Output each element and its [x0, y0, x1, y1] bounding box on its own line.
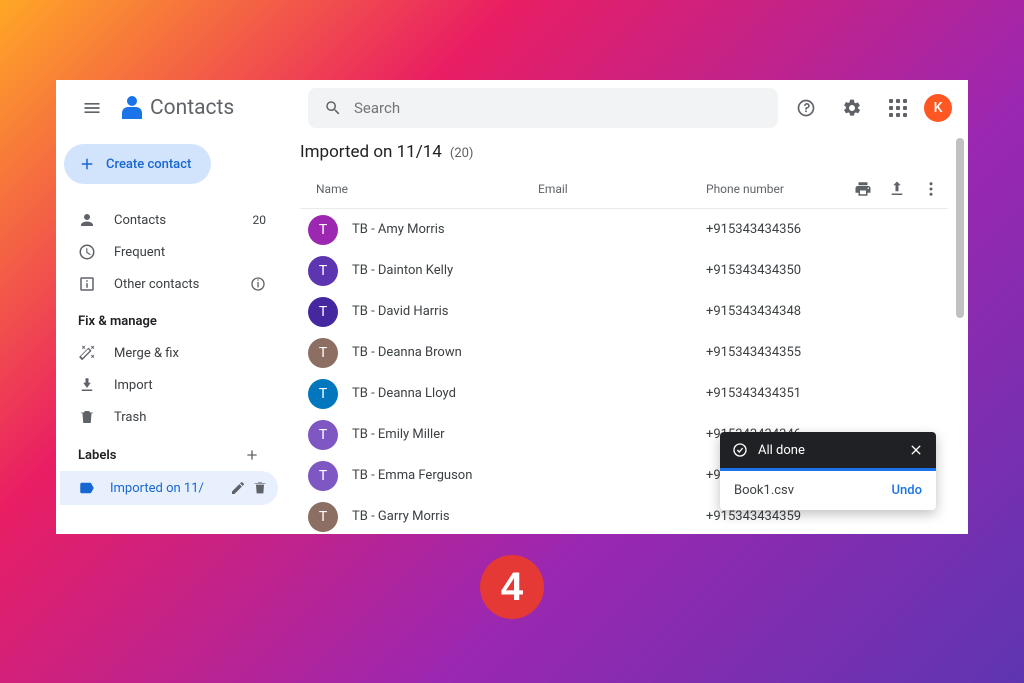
search-bar[interactable]	[308, 88, 778, 128]
info-icon[interactable]	[250, 276, 266, 292]
export-button[interactable]	[888, 180, 906, 198]
contact-row[interactable]: T TB - Deanna Brown +915343434355	[300, 332, 948, 373]
col-name[interactable]: Name	[308, 182, 538, 196]
col-email[interactable]: Email	[538, 182, 706, 196]
toast-header: All done	[720, 432, 936, 468]
toast-body: Book1.csv Undo	[720, 471, 936, 510]
box-icon	[78, 275, 96, 293]
sidebar-item-label: Frequent	[114, 245, 165, 260]
apps-icon	[889, 99, 907, 117]
sidebar-item-label: Other contacts	[114, 277, 199, 292]
label-imported[interactable]: Imported on 11/	[60, 471, 278, 505]
contacts-logo-icon	[120, 96, 144, 120]
contact-name: TB - Deanna Lloyd	[352, 386, 538, 401]
section-labels: Labels	[60, 433, 278, 471]
account-avatar[interactable]: K	[924, 94, 952, 122]
add-label-button[interactable]	[244, 447, 260, 463]
contact-name: TB - Garry Morris	[352, 509, 538, 524]
sidebar-item-contacts[interactable]: Contacts 20	[60, 204, 278, 236]
contact-avatar: T	[308, 297, 338, 327]
create-contact-label: Create contact	[106, 157, 191, 172]
contact-avatar: T	[308, 256, 338, 286]
section-fix-manage: Fix & manage	[60, 300, 278, 337]
sidebar-item-other[interactable]: Other contacts	[60, 268, 278, 300]
toast-notification: All done Book1.csv Undo	[720, 432, 936, 510]
contact-phone: +915343434351	[706, 386, 940, 401]
app-window: Contacts K Create contact Contacts 20	[56, 80, 968, 534]
label-text: Imported on 11/	[110, 481, 204, 496]
page-title: Imported on 11/14 (20)	[300, 142, 948, 162]
column-header: Name Email Phone number	[300, 174, 948, 209]
contact-row[interactable]: T TB - Deanna Lloyd +915343434351	[300, 373, 948, 414]
more-button[interactable]	[922, 180, 940, 198]
sidebar-item-label: Import	[114, 378, 153, 393]
undo-button[interactable]: Undo	[892, 483, 922, 498]
contact-name: TB - Emily Miller	[352, 427, 538, 442]
contact-name: TB - Dainton Kelly	[352, 263, 538, 278]
sidebar: Create contact Contacts 20 Frequent Othe…	[56, 136, 286, 534]
sidebar-item-label: Contacts	[114, 213, 166, 228]
contact-name: TB - David Harris	[352, 304, 538, 319]
wand-icon	[78, 344, 96, 362]
print-button[interactable]	[854, 180, 872, 198]
help-button[interactable]	[786, 88, 826, 128]
contact-row[interactable]: T TB - Dainton Kelly +915343434350	[300, 250, 948, 291]
app-title: Contacts	[150, 96, 234, 120]
contact-avatar: T	[308, 215, 338, 245]
sidebar-item-label: Merge & fix	[114, 346, 179, 361]
logo-area: Contacts	[120, 96, 300, 120]
contact-phone: +915343434348	[706, 304, 940, 319]
contact-count: (20)	[450, 146, 474, 161]
contact-phone: +915343434356	[706, 222, 940, 237]
contacts-count: 20	[253, 213, 267, 227]
plus-icon	[78, 155, 96, 173]
apps-button[interactable]	[878, 88, 918, 128]
create-contact-button[interactable]: Create contact	[64, 144, 211, 184]
sidebar-item-merge[interactable]: Merge & fix	[60, 337, 278, 369]
person-icon	[78, 211, 96, 229]
sidebar-item-label: Trash	[114, 410, 146, 425]
sidebar-item-trash[interactable]: Trash	[60, 401, 278, 433]
settings-button[interactable]	[832, 88, 872, 128]
toast-title: All done	[758, 443, 805, 458]
trash-icon	[78, 408, 96, 426]
edit-label-button[interactable]	[230, 480, 246, 496]
sidebar-item-import[interactable]: Import	[60, 369, 278, 401]
search-input[interactable]	[354, 99, 762, 117]
toast-file: Book1.csv	[734, 483, 794, 498]
contact-phone: +915343434359	[706, 509, 940, 524]
check-circle-icon	[732, 442, 748, 458]
contact-avatar: T	[308, 461, 338, 491]
step-number: 4	[501, 565, 523, 610]
contact-row[interactable]: T TB - Amy Morris +915343434356	[300, 209, 948, 250]
contact-avatar: T	[308, 379, 338, 409]
delete-label-button[interactable]	[252, 480, 268, 496]
col-phone[interactable]: Phone number	[706, 182, 854, 196]
header: Contacts K	[56, 80, 968, 136]
clock-icon	[78, 243, 96, 261]
step-badge: 4	[480, 555, 544, 619]
scrollbar[interactable]	[956, 138, 964, 530]
contact-name: TB - Amy Morris	[352, 222, 538, 237]
search-icon	[324, 99, 342, 117]
download-icon	[78, 376, 96, 394]
header-right: K	[786, 88, 952, 128]
label-icon	[78, 479, 96, 497]
contact-name: TB - Deanna Brown	[352, 345, 538, 360]
toast-close-button[interactable]	[908, 442, 924, 458]
contact-avatar: T	[308, 502, 338, 532]
contact-avatar: T	[308, 338, 338, 368]
contact-name: TB - Emma Ferguson	[352, 468, 538, 483]
contact-avatar: T	[308, 420, 338, 450]
contact-phone: +915343434350	[706, 263, 940, 278]
menu-button[interactable]	[72, 88, 112, 128]
contact-phone: +915343434355	[706, 345, 940, 360]
sidebar-item-frequent[interactable]: Frequent	[60, 236, 278, 268]
contact-row[interactable]: T TB - David Harris +915343434348	[300, 291, 948, 332]
